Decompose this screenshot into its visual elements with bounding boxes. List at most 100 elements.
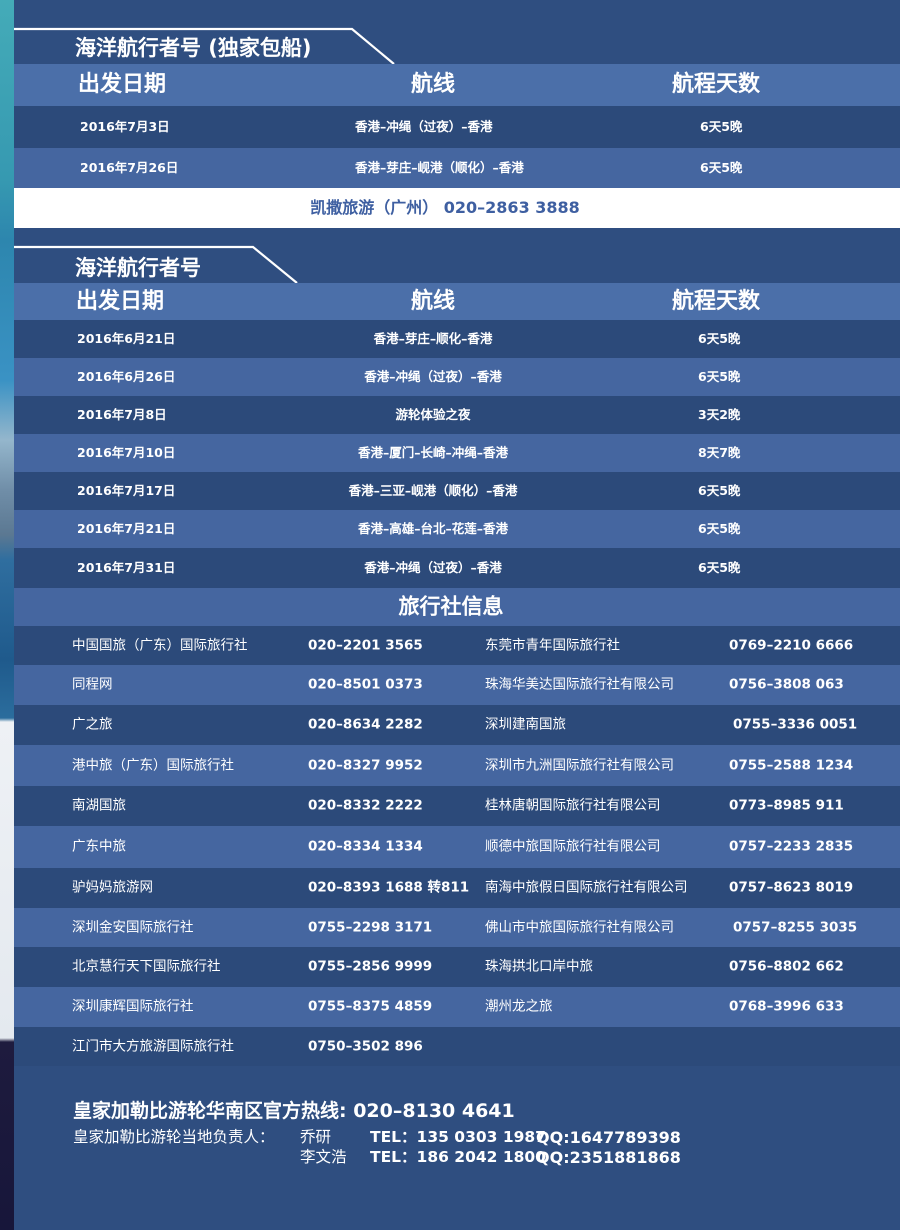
local-contacts-label: 皇家加勒比游轮当地负责人：	[73, 1128, 275, 1146]
agency-name: 南海中旅假日国际旅行社有限公司	[485, 879, 688, 896]
agency-name: 潮州龙之旅	[485, 998, 553, 1015]
contact-name: 乔研	[300, 1128, 332, 1146]
duration: 8天7晚	[698, 444, 741, 460]
route: 香港–厦门–长崎–冲绳–香港	[357, 444, 509, 460]
duration: 3天2晚	[698, 406, 741, 422]
duration: 6天5晚	[698, 330, 741, 346]
agency-row: 广之旅 020–8634 2282 深圳建南国旅 0755–3336 0051	[14, 705, 900, 745]
duration: 6天5晚	[698, 559, 741, 575]
schedule-row: 2016年6月21日 香港–芽庄–顺化–香港 6天5晚	[14, 320, 900, 358]
agency-name: 港中旅（广东）国际旅行社	[72, 756, 234, 773]
agency-phone: 020–8634 2282	[308, 716, 423, 733]
agency-name: 驴妈妈旅游网	[72, 879, 153, 896]
schedule-row: 2016年7月17日 香港–三亚–岘港（顺化）–香港 6天5晚	[14, 472, 900, 510]
regular-table-header: 出发日期 航线 航程天数	[14, 283, 900, 320]
contact-tel: TEL：186 2042 1800	[370, 1148, 546, 1166]
agency-phone: 0755–2856 9999	[308, 958, 433, 975]
route: 香港–冲绳（过夜）–香港	[355, 118, 493, 134]
agency-row: 深圳康辉国际旅行社 0755–8375 4859 潮州龙之旅 0768–3996…	[14, 987, 900, 1027]
agency-phone: 0750–3502 896	[308, 1037, 423, 1054]
schedule-row: 2016年7月26日 香港–芽庄–岘港（顺化）–香港 6天5晚	[14, 148, 900, 188]
agency-name: 东莞市青年国际旅行社	[485, 636, 620, 653]
agency-name: 深圳康辉国际旅行社	[72, 998, 194, 1015]
agency-phone: 0756–8802 662	[729, 958, 844, 975]
agency-phone: 020–2201 3565	[308, 636, 423, 653]
agency-row: 驴妈妈旅游网 020–8393 1688 转811 南海中旅假日国际旅行社有限公…	[14, 868, 900, 908]
agency-phone: 0773–8985 911	[729, 797, 844, 814]
agency-phone: 0755–3336 0051	[733, 716, 858, 733]
header-duration: 航程天数	[672, 288, 761, 314]
agency-phone: 0756–3808 063	[729, 676, 844, 693]
agency-phone: 0755–2298 3171	[308, 918, 433, 935]
duration: 6天5晚	[698, 520, 741, 536]
charter-agent-bar: 凯撒旅游（广州） 020–2863 3888	[14, 188, 900, 228]
agency-name: 江门市大方旅游国际旅行社	[72, 1037, 234, 1054]
agency-phone: 0757–2233 2835	[729, 838, 854, 855]
agency-phone: 020–8332 2222	[308, 797, 423, 814]
brochure-page: 海洋航行者号 (独家包船) 出发日期 航线 航程天数 2016年7月3日 香港–…	[0, 0, 900, 1230]
schedule-row: 2016年7月21日 香港–高雄–台北–花莲–香港 6天5晚	[14, 510, 900, 548]
agency-phone: 020–8334 1334	[308, 838, 423, 855]
agency-phone: 0755–2588 1234	[729, 756, 854, 773]
agency-name: 北京慧行天下国际旅行社	[72, 958, 221, 975]
header-route: 航线	[410, 288, 456, 314]
official-hotline: 皇家加勒比游轮华南区官方热线: 020–8130 4641	[73, 1100, 515, 1122]
route: 香港–冲绳（过夜）–香港	[364, 368, 502, 384]
charter-section-title: 海洋航行者号 (独家包船)	[75, 36, 312, 60]
duration: 6天5晚	[698, 482, 741, 498]
route: 游轮体验之夜	[395, 406, 471, 422]
agency-name: 中国国旅（广东）国际旅行社	[72, 636, 248, 653]
contact-name: 李文浩	[300, 1148, 347, 1166]
agency-name: 顺德中旅国际旅行社有限公司	[485, 838, 661, 855]
route: 香港–芽庄–岘港（顺化）–香港	[355, 159, 524, 175]
departure-date: 2016年7月26日	[80, 159, 179, 175]
agency-row: 广东中旅 020–8334 1334 顺德中旅国际旅行社有限公司 0757–22…	[14, 826, 900, 868]
route: 香港–冲绳（过夜）–香港	[364, 559, 502, 575]
schedule-row: 2016年7月10日 香港–厦门–长崎–冲绳–香港 8天7晚	[14, 434, 900, 472]
departure-date: 2016年7月31日	[77, 559, 176, 575]
agency-row: 江门市大方旅游国际旅行社 0750–3502 896	[14, 1027, 900, 1066]
agency-name: 广之旅	[72, 716, 113, 733]
agency-name: 珠海华美达国际旅行社有限公司	[485, 676, 674, 693]
charter-table-header: 出发日期 航线 航程天数	[14, 64, 900, 106]
agency-phone: 020–8327 9952	[308, 756, 423, 773]
agency-phone: 0769–2210 6666	[729, 636, 854, 653]
duration: 6天5晚	[700, 159, 743, 175]
agency-section-header: 旅行社信息	[14, 588, 900, 626]
contact-tel: TEL：135 0303 1987	[370, 1128, 546, 1146]
agency-name: 深圳金安国际旅行社	[72, 918, 194, 935]
agency-phone: 0755–8375 4859	[308, 998, 433, 1015]
agency-phone: 0757–8255 3035	[733, 918, 858, 935]
route: 香港–三亚–岘港（顺化）–香港	[348, 482, 518, 498]
agency-row: 深圳金安国际旅行社 0755–2298 3171 佛山市中旅国际旅行社有限公司 …	[14, 908, 900, 947]
departure-date: 2016年6月26日	[77, 368, 176, 384]
header-route: 航线	[410, 72, 456, 97]
header-date: 出发日期	[76, 288, 165, 314]
departure-date: 2016年7月17日	[77, 482, 176, 498]
agency-row: 南湖国旅 020–8332 2222 桂林唐朝国际旅行社有限公司 0773–89…	[14, 786, 900, 826]
duration: 6天5晚	[698, 368, 741, 384]
duration: 6天5晚	[700, 118, 743, 134]
agency-name: 南湖国旅	[72, 797, 126, 814]
schedule-row: 2016年7月3日 香港–冲绳（过夜）–香港 6天5晚	[14, 106, 900, 148]
regular-section-title: 海洋航行者号	[75, 256, 201, 280]
agency-name: 广东中旅	[72, 838, 126, 855]
agency-name: 同程网	[72, 676, 113, 693]
departure-date: 2016年7月21日	[77, 520, 176, 536]
departure-date: 2016年7月10日	[77, 444, 176, 460]
header-duration: 航程天数	[672, 72, 761, 97]
agency-row: 中国国旅（广东）国际旅行社 020–2201 3565 东莞市青年国际旅行社 0…	[14, 626, 900, 665]
agency-name: 深圳市九洲国际旅行社有限公司	[485, 756, 674, 773]
agency-row: 同程网 020–8501 0373 珠海华美达国际旅行社有限公司 0756–38…	[14, 665, 900, 705]
agency-row: 港中旅（广东）国际旅行社 020–8327 9952 深圳市九洲国际旅行社有限公…	[14, 745, 900, 786]
agency-section-title: 旅行社信息	[398, 594, 504, 619]
header-date: 出发日期	[78, 72, 167, 97]
contact-qq: QQ:2351881868	[536, 1148, 681, 1167]
charter-agent-contact: 凯撒旅游（广州） 020–2863 3888	[310, 198, 580, 217]
schedule-row: 2016年6月26日 香港–冲绳（过夜）–香港 6天5晚	[14, 358, 900, 396]
agency-name: 佛山市中旅国际旅行社有限公司	[485, 918, 674, 935]
contact-qq: QQ:1647789398	[536, 1128, 681, 1147]
agency-phone: 0757–8623 8019	[729, 879, 854, 896]
route: 香港–芽庄–顺化–香港	[373, 330, 493, 346]
schedule-row: 2016年7月8日 游轮体验之夜 3天2晚	[14, 396, 900, 434]
